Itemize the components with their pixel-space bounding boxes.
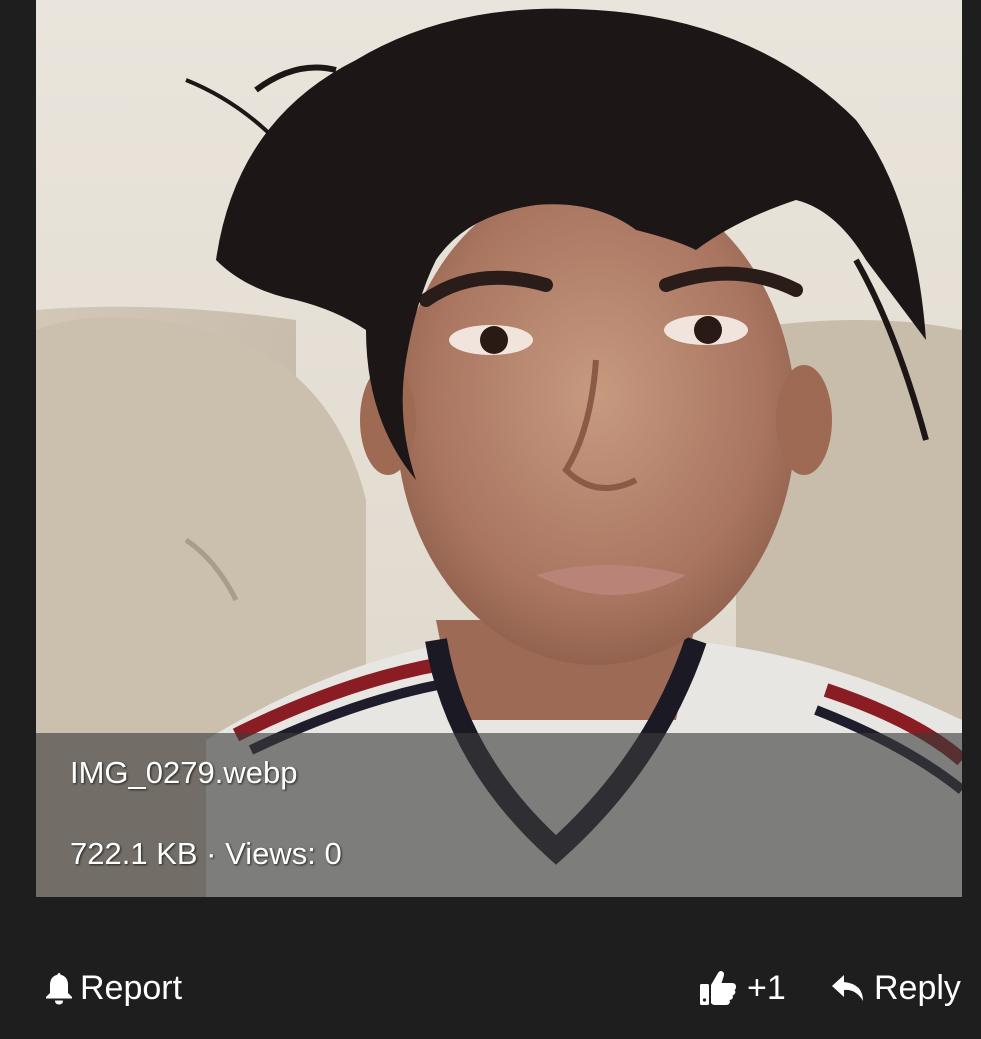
thumbs-up-icon: [700, 971, 736, 1005]
report-button[interactable]: Report: [44, 958, 182, 1018]
report-label: Report: [80, 968, 183, 1007]
bell-icon: [46, 973, 72, 1005]
attachment-image-card[interactable]: IMG_0279.webp 722.1 KB · Views: 0: [36, 0, 962, 897]
like-count: +1: [747, 968, 786, 1007]
reply-button[interactable]: Reply: [830, 958, 961, 1018]
like-button[interactable]: +1: [699, 958, 786, 1018]
attachment-caption: IMG_0279.webp 722.1 KB · Views: 0: [36, 733, 962, 897]
attachment-file-name[interactable]: IMG_0279.webp: [70, 755, 297, 791]
reply-arrow-icon: [832, 975, 863, 1001]
post-attachment-view: IMG_0279.webp 722.1 KB · Views: 0 Report…: [0, 0, 981, 1039]
reply-label: Reply: [874, 968, 961, 1007]
post-actions-bar: Report +1 Reply: [0, 958, 981, 1018]
attachment-file-meta: 722.1 KB · Views: 0: [70, 836, 342, 871]
